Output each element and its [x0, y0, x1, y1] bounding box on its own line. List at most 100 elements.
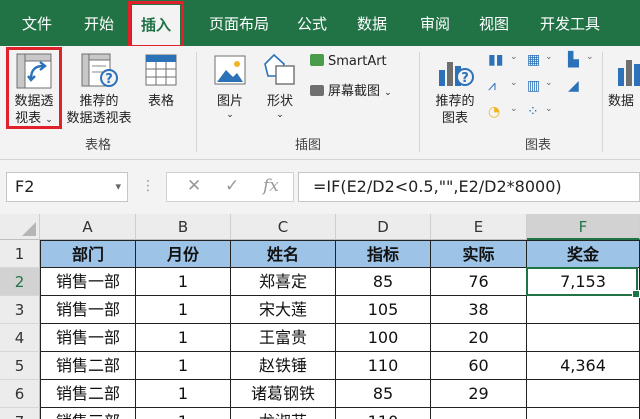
pie-chart-icon[interactable]: ◔: [488, 104, 500, 120]
table-cell[interactable]: 1: [136, 324, 231, 352]
table-cell[interactable]: 100: [336, 324, 431, 352]
column-header-a[interactable]: A: [40, 214, 136, 240]
smartart-button[interactable]: SmartArt: [310, 54, 387, 69]
name-box[interactable]: F2 ▾: [6, 172, 128, 202]
table-cell[interactable]: 销售二部: [40, 352, 136, 380]
tab-home[interactable]: 开始: [84, 0, 114, 46]
row-header-5[interactable]: 5: [0, 352, 40, 380]
tab-developer[interactable]: 开发工具: [540, 0, 600, 46]
tab-view[interactable]: 视图: [479, 0, 509, 46]
table-header-cell[interactable]: 月份: [136, 240, 231, 268]
screenshot-button[interactable]: 屏幕截图 ⌄: [310, 80, 392, 99]
table-cell[interactable]: 赵铁锤: [231, 352, 336, 380]
smartart-icon: [310, 54, 324, 66]
column-header-c[interactable]: C: [231, 214, 336, 240]
row-header-7[interactable]: 7: [0, 408, 40, 419]
column-header-f[interactable]: F: [527, 214, 640, 240]
tab-insert[interactable]: 插入: [127, 1, 185, 48]
pivot-chart-label: 数据: [608, 94, 635, 109]
table-header-cell[interactable]: 奖金: [527, 240, 640, 268]
row-header-6[interactable]: 6: [0, 380, 40, 408]
table-cell[interactable]: 宋大莲: [231, 296, 336, 324]
formula-input[interactable]: =IF(E2/D2<0.5,"",E2/D2*8000): [298, 172, 640, 202]
table-header-cell[interactable]: 部门: [40, 240, 136, 268]
picture-icon: [214, 55, 246, 85]
table-cell[interactable]: [527, 408, 640, 419]
line-chart-icon[interactable]: ⩘: [488, 78, 496, 94]
column-chart-icon[interactable]: ▮▮: [488, 52, 503, 68]
row-header-1[interactable]: 1: [0, 240, 40, 268]
tab-data[interactable]: 数据: [357, 0, 387, 46]
tab-page-layout[interactable]: 页面布局: [209, 0, 269, 46]
recommended-charts-button[interactable]: ? 推荐的 图表: [430, 52, 480, 127]
table-cell[interactable]: 销售三部: [40, 408, 136, 419]
table-cell[interactable]: 85: [336, 380, 431, 408]
table-cell[interactable]: [527, 324, 640, 352]
column-header-d[interactable]: D: [336, 214, 431, 240]
chevron-down-icon: ▾: [115, 180, 121, 193]
table-cell[interactable]: 20: [431, 324, 527, 352]
statistic-chart-icon[interactable]: ▥: [527, 78, 540, 94]
pivot-chart-button[interactable]: 数据: [608, 52, 640, 110]
table-cell[interactable]: 销售一部: [40, 296, 136, 324]
tab-review[interactable]: 审阅: [420, 0, 450, 46]
waterfall-chart-icon[interactable]: ▙: [568, 52, 579, 68]
table-header-cell[interactable]: 实际: [431, 240, 527, 268]
menu-bar: 文件 开始 插入 页面布局 公式 数据 审阅 视图 开发工具: [0, 0, 640, 48]
table-cell[interactable]: 销售一部: [40, 324, 136, 352]
cancel-icon[interactable]: ✕: [187, 176, 201, 196]
table-cell[interactable]: [431, 408, 527, 419]
table-cell[interactable]: 110: [336, 408, 431, 419]
table-cell[interactable]: 诸葛钢铁: [231, 380, 336, 408]
row-header-2[interactable]: 2: [0, 268, 40, 296]
table-cell[interactable]: 1: [136, 408, 231, 419]
table-cell[interactable]: 4,364: [527, 352, 640, 380]
illustrations-group-label: 插图: [294, 138, 321, 153]
table-cell[interactable]: 销售二部: [40, 380, 136, 408]
table-cell[interactable]: 60: [431, 352, 527, 380]
table-icon: [145, 54, 177, 86]
table-cell[interactable]: 1: [136, 380, 231, 408]
tab-file[interactable]: 文件: [22, 0, 52, 46]
table-button[interactable]: 表格: [139, 52, 183, 110]
pictures-button[interactable]: 图片 ⌄: [208, 52, 252, 120]
table-header-cell[interactable]: 姓名: [231, 240, 336, 268]
table-cell[interactable]: 郑喜定: [231, 268, 336, 296]
column-header-b[interactable]: B: [136, 214, 231, 240]
shapes-button[interactable]: 形状 ⌄: [258, 52, 302, 120]
row-header-3[interactable]: 3: [0, 296, 40, 324]
table-cell[interactable]: 1: [136, 352, 231, 380]
recommended-pivot-button[interactable]: ? 推荐的 数据透视表: [63, 52, 135, 127]
tab-formulas[interactable]: 公式: [297, 0, 327, 46]
chevron-down-icon: ⌄: [510, 78, 518, 88]
ribbon: 数据透 视表 ⌄ ? 推荐的 数据透视表 表格 表格 图片 ⌄ 形状 ⌄ Sma…: [0, 46, 640, 160]
table-cell[interactable]: 龙淑芬: [231, 408, 336, 419]
table-header-cell[interactable]: 指标: [336, 240, 431, 268]
table-cell[interactable]: 销售一部: [40, 268, 136, 296]
insert-function-icon[interactable]: fx: [263, 176, 279, 196]
table-cell[interactable]: [527, 380, 640, 408]
enter-icon[interactable]: ✓: [225, 176, 239, 196]
table-cell[interactable]: 110: [336, 352, 431, 380]
table-cell[interactable]: 王富贵: [231, 324, 336, 352]
recommended-pivot-icon: ?: [81, 53, 118, 87]
table-cell[interactable]: 38: [431, 296, 527, 324]
select-all-button[interactable]: [0, 214, 40, 240]
more-icon[interactable]: ⋮: [141, 178, 155, 194]
svg-text:?: ?: [105, 72, 113, 87]
table-cell[interactable]: 1: [136, 296, 231, 324]
row-header-4[interactable]: 4: [0, 324, 40, 352]
table-cell[interactable]: [527, 296, 640, 324]
hierarchy-chart-icon[interactable]: ▦: [527, 52, 540, 68]
pivot-table-button[interactable]: 数据透 视表 ⌄: [9, 52, 59, 129]
table-cell[interactable]: 76: [431, 268, 527, 296]
table-cell[interactable]: 1: [136, 268, 231, 296]
combo-chart-icon[interactable]: ◢: [568, 78, 579, 94]
table-cell[interactable]: 85: [336, 268, 431, 296]
svg-text:?: ?: [461, 71, 469, 86]
table-cell[interactable]: 29: [431, 380, 527, 408]
table-cell[interactable]: 105: [336, 296, 431, 324]
column-header-e[interactable]: E: [431, 214, 527, 240]
scatter-chart-icon[interactable]: ⁘: [527, 104, 539, 120]
screenshot-label: 屏幕截图: [328, 84, 381, 99]
